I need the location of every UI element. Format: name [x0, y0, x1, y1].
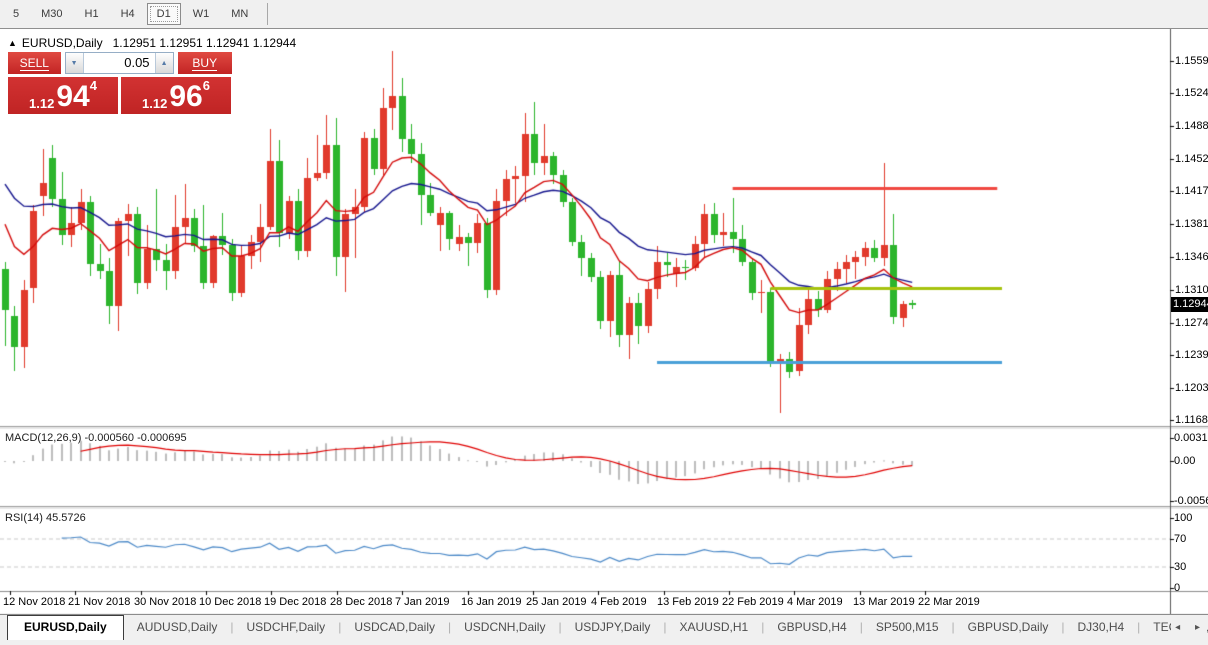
- date-axis-label: 4 Mar 2019: [787, 596, 843, 608]
- timeframe-button-H1[interactable]: H1: [75, 3, 109, 25]
- timeframe-button-M30[interactable]: M30: [31, 3, 72, 25]
- date-axis-label: 13 Mar 2019: [853, 596, 915, 608]
- chart-canvas[interactable]: [0, 29, 1208, 615]
- sell-button[interactable]: SELL: [8, 52, 61, 74]
- current-price-badge: 1.12944: [1171, 297, 1208, 312]
- date-axis-label: 30 Nov 2018: [134, 596, 196, 608]
- chart-tab-USDJPY-Daily[interactable]: USDJPY,Daily: [562, 615, 664, 634]
- date-axis-label: 4 Feb 2019: [591, 596, 647, 608]
- price-axis-label: 1.13460: [1175, 251, 1208, 263]
- buy-button[interactable]: BUY: [178, 52, 232, 74]
- trading-terminal: { "toolbar": { "timeframes": [ {"label":…: [0, 0, 1208, 645]
- toolbar-separator: [267, 3, 268, 25]
- price-axis-label: 1.11680: [1175, 414, 1208, 426]
- buy-price-display[interactable]: 1.12 96 6: [121, 77, 231, 114]
- price-axis-label: 1.13810: [1175, 218, 1208, 230]
- up-triangle-icon: ▲: [8, 38, 17, 48]
- rsi-axis-label: 0: [1174, 582, 1180, 594]
- volume-increase-icon[interactable]: ▲: [155, 53, 173, 73]
- volume-input[interactable]: 0.05: [84, 53, 155, 73]
- date-axis-label: 21 Nov 2018: [68, 596, 130, 608]
- date-axis-label: 10 Dec 2018: [199, 596, 261, 608]
- macd-axis-label: 0.003177: [1174, 432, 1208, 444]
- date-axis-label: 22 Feb 2019: [722, 596, 784, 608]
- chart-tab-GBPUSD-Daily[interactable]: GBPUSD,Daily: [955, 615, 1062, 634]
- tab-scroll-arrows[interactable]: ◂ ▸: [1171, 622, 1206, 633]
- price-axis-label: 1.14520: [1175, 153, 1208, 165]
- timeframe-button-H4[interactable]: H4: [111, 3, 145, 25]
- price-axis-label: 1.15240: [1175, 87, 1208, 99]
- timeframe-button-D1[interactable]: D1: [147, 3, 181, 25]
- sell-price-display[interactable]: 1.12 94 4: [8, 77, 118, 114]
- date-axis-label: 13 Feb 2019: [657, 596, 719, 608]
- chart-tab-USDCHF-Daily[interactable]: USDCHF,Daily: [234, 615, 339, 634]
- chart-tab-XAUUSD-H1[interactable]: XAUUSD,H1: [667, 615, 762, 634]
- chart-tab-USDCNH-Daily[interactable]: USDCNH,Daily: [451, 615, 558, 634]
- rsi-indicator-label: RSI(14) 45.5726: [5, 512, 86, 524]
- price-axis-label: 1.13100: [1175, 284, 1208, 296]
- date-axis-label: 28 Dec 2018: [330, 596, 392, 608]
- price-axis-label: 1.12390: [1175, 349, 1208, 361]
- chart-tab-EURUSD-Daily[interactable]: EURUSD,Daily: [7, 615, 124, 640]
- chart-window: ▲ EURUSD,Daily 1.12951 1.12951 1.12941 1.1…: [0, 28, 1208, 614]
- date-axis-label: 22 Mar 2019: [918, 596, 980, 608]
- chart-title: ▲ EURUSD,Daily 1.12951 1.12951 1.12941 1.1…: [8, 36, 296, 50]
- one-click-trade-panel: SELL ▼ 0.05 ▲ BUY 1.12 94 4 1.12 96 6: [8, 52, 232, 114]
- rsi-axis-label: 100: [1174, 512, 1192, 524]
- price-axis-label: 1.14880: [1175, 120, 1208, 132]
- date-axis-label: 19 Dec 2018: [264, 596, 326, 608]
- macd-axis-label: -0.00566: [1174, 495, 1208, 507]
- volume-stepper: ▼ 0.05 ▲: [65, 52, 174, 74]
- rsi-axis-label: 30: [1174, 561, 1186, 573]
- date-axis-label: 16 Jan 2019: [461, 596, 522, 608]
- chart-tab-GBPUSD-H4[interactable]: GBPUSD,H4: [764, 615, 859, 634]
- date-axis-label: 12 Nov 2018: [3, 596, 65, 608]
- timeframe-button-MN[interactable]: MN: [221, 3, 258, 25]
- price-axis-label: 1.12030: [1175, 382, 1208, 394]
- timeframe-button-5[interactable]: 5: [3, 3, 29, 25]
- chart-tab-DJ30-H4[interactable]: DJ30,H4: [1064, 615, 1137, 634]
- price-axis-label: 1.12740: [1175, 317, 1208, 329]
- price-axis-label: 1.15590: [1175, 55, 1208, 67]
- macd-indicator-label: MACD(12,26,9) -0.000560 -0.000695: [5, 432, 187, 444]
- rsi-axis-label: 70: [1174, 533, 1186, 545]
- macd-axis-label: 0.00: [1174, 455, 1195, 467]
- chart-symbol-label: EURUSD,Daily: [22, 36, 103, 50]
- timeframe-toolbar: 5M30H1H4D1W1MN: [0, 0, 1208, 28]
- chart-tab-AUDUSD-Daily[interactable]: AUDUSD,Daily: [124, 615, 231, 634]
- chart-tab-SP500-M15[interactable]: SP500,M15: [863, 615, 952, 634]
- price-axis-label: 1.14170: [1175, 185, 1208, 197]
- date-axis-label: 25 Jan 2019: [526, 596, 587, 608]
- timeframe-button-W1[interactable]: W1: [183, 3, 220, 25]
- chart-tab-USDCAD-Daily[interactable]: USDCAD,Daily: [341, 615, 448, 634]
- volume-decrease-icon[interactable]: ▼: [66, 53, 84, 73]
- chart-ohlc-values: 1.12951 1.12951 1.12941 1.12944: [113, 36, 297, 50]
- chart-tab-bar: EURUSD,DailyAUDUSD,Daily|USDCHF,Daily|US…: [0, 614, 1208, 645]
- date-axis-label: 7 Jan 2019: [395, 596, 449, 608]
